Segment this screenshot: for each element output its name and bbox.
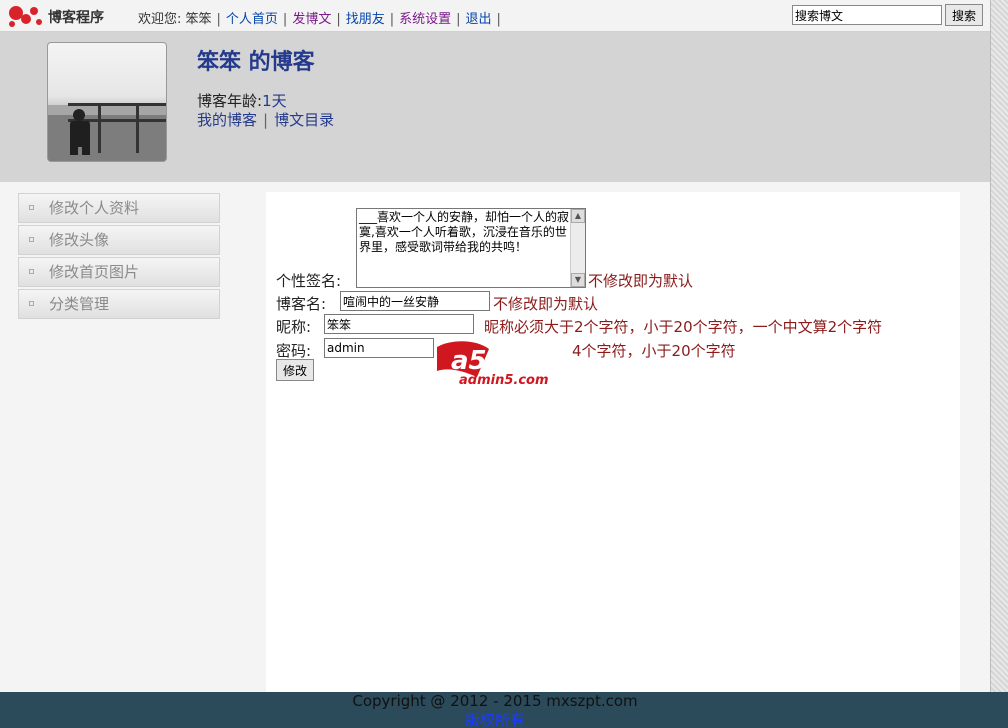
textarea-scrollbar[interactable]: ▲ ▼: [570, 209, 585, 287]
separator: |: [389, 12, 395, 27]
submit-button[interactable]: 修改: [276, 359, 314, 381]
watermark-site: admin5.com: [459, 373, 549, 387]
sidebar-item-edit-profile[interactable]: 修改个人资料: [18, 193, 220, 223]
blog-age-label: 博客年龄:: [197, 92, 263, 110]
sidebar-item-label: 分类管理: [49, 295, 110, 313]
footer: Copyright @ 2012 - 2015 mxszpt.com 版权所有: [0, 692, 1008, 728]
signature-text: ___喜欢一个人的安静，却怕一个人的寂寞,喜欢一个人听着歌，沉浸在音乐的世界里，…: [359, 210, 570, 254]
blogname-input[interactable]: [340, 291, 490, 311]
sidebar: 修改个人资料 修改头像 修改首页图片 分类管理: [18, 193, 220, 321]
nickname-hint: 昵称必须大于2个字符，小于20个字符，一个中文算2个字符: [484, 318, 883, 336]
separator: |: [282, 12, 288, 27]
sidebar-item-label: 修改头像: [49, 231, 110, 249]
blog-links: 我的博客 | 博文目录: [197, 109, 334, 130]
password-input[interactable]: [324, 338, 434, 358]
copyright-text: Copyright @ 2012 - 2015 mxszpt.com: [352, 692, 638, 710]
top-bar: 博客程序 欢迎您: 笨笨 | 个人首页 | 发博文 | 找朋友 | 系统设置 | 退出 | 搜索: [0, 0, 990, 32]
separator: |: [263, 111, 269, 129]
nav-post-link[interactable]: 发博文: [292, 12, 331, 27]
top-nav: 欢迎您: 笨笨 | 个人首页 | 发博文 | 找朋友 | 系统设置 | 退出 |: [138, 8, 506, 27]
blog-title: 笨笨 的博客: [197, 50, 315, 75]
separator: |: [216, 12, 221, 27]
my-blog-link[interactable]: 我的博客: [197, 111, 257, 129]
scroll-up-icon[interactable]: ▲: [571, 209, 585, 223]
nav-settings-link[interactable]: 系统设置: [399, 12, 451, 27]
profile-form: ___喜欢一个人的安静，却怕一个人的寂寞,喜欢一个人听着歌，沉浸在音乐的世界里，…: [266, 192, 960, 692]
nav-friends-link[interactable]: 找朋友: [346, 12, 385, 27]
page-scrollbar[interactable]: [990, 0, 1008, 692]
a5-watermark-logo: a5下载 admin5.com: [437, 341, 549, 387]
rights-link[interactable]: 版权所有: [0, 709, 990, 728]
sidebar-item-edit-avatar[interactable]: 修改头像: [18, 225, 220, 255]
brand-name: 博客程序: [48, 10, 104, 26]
signature-hint: 不修改即为默认: [588, 272, 694, 290]
nav-logout-link[interactable]: 退出: [466, 12, 492, 27]
sidebar-item-edit-homepage-image[interactable]: 修改首页图片: [18, 257, 220, 287]
bullet-icon: [29, 205, 34, 210]
bullet-icon: [29, 269, 34, 274]
search-button[interactable]: 搜索: [945, 4, 983, 26]
password-hint: 4个字符，小于20个字符: [572, 342, 736, 360]
bullet-icon: [29, 237, 34, 242]
sidebar-item-label: 修改个人资料: [49, 199, 140, 217]
nickname-input[interactable]: [324, 314, 474, 334]
sidebar-item-label: 修改首页图片: [49, 263, 140, 281]
welcome-text: 欢迎您: 笨笨: [138, 12, 212, 27]
blog-age-value: 1天: [262, 92, 287, 110]
blogname-label: 博客名:: [276, 295, 327, 313]
search-input[interactable]: [792, 5, 942, 25]
nav-home-link[interactable]: 个人首页: [226, 12, 278, 27]
bullet-icon: [29, 301, 34, 306]
avatar[interactable]: [47, 42, 167, 162]
nickname-label: 昵称:: [276, 318, 312, 336]
password-label: 密码:: [276, 342, 312, 360]
blog-age: 博客年龄:1天: [197, 90, 287, 111]
blogname-hint: 不修改即为默认: [493, 295, 599, 313]
separator: |: [496, 12, 501, 27]
avatar-photo: [48, 103, 166, 161]
separator: |: [336, 12, 341, 27]
post-directory-link[interactable]: 博文目录: [274, 111, 334, 129]
separator: |: [456, 12, 461, 27]
signature-textarea[interactable]: ___喜欢一个人的安静，却怕一个人的寂寞,喜欢一个人听着歌，沉浸在音乐的世界里，…: [356, 208, 586, 288]
blog-header: 笨笨 的博客 博客年龄:1天 我的博客 | 博文目录: [0, 32, 990, 182]
signature-label: 个性签名:: [276, 272, 342, 290]
scroll-down-icon[interactable]: ▼: [571, 273, 585, 287]
watermark-brand: a5下载: [451, 346, 543, 376]
sidebar-item-category-management[interactable]: 分类管理: [18, 289, 220, 319]
logo-icon: [9, 6, 42, 27]
